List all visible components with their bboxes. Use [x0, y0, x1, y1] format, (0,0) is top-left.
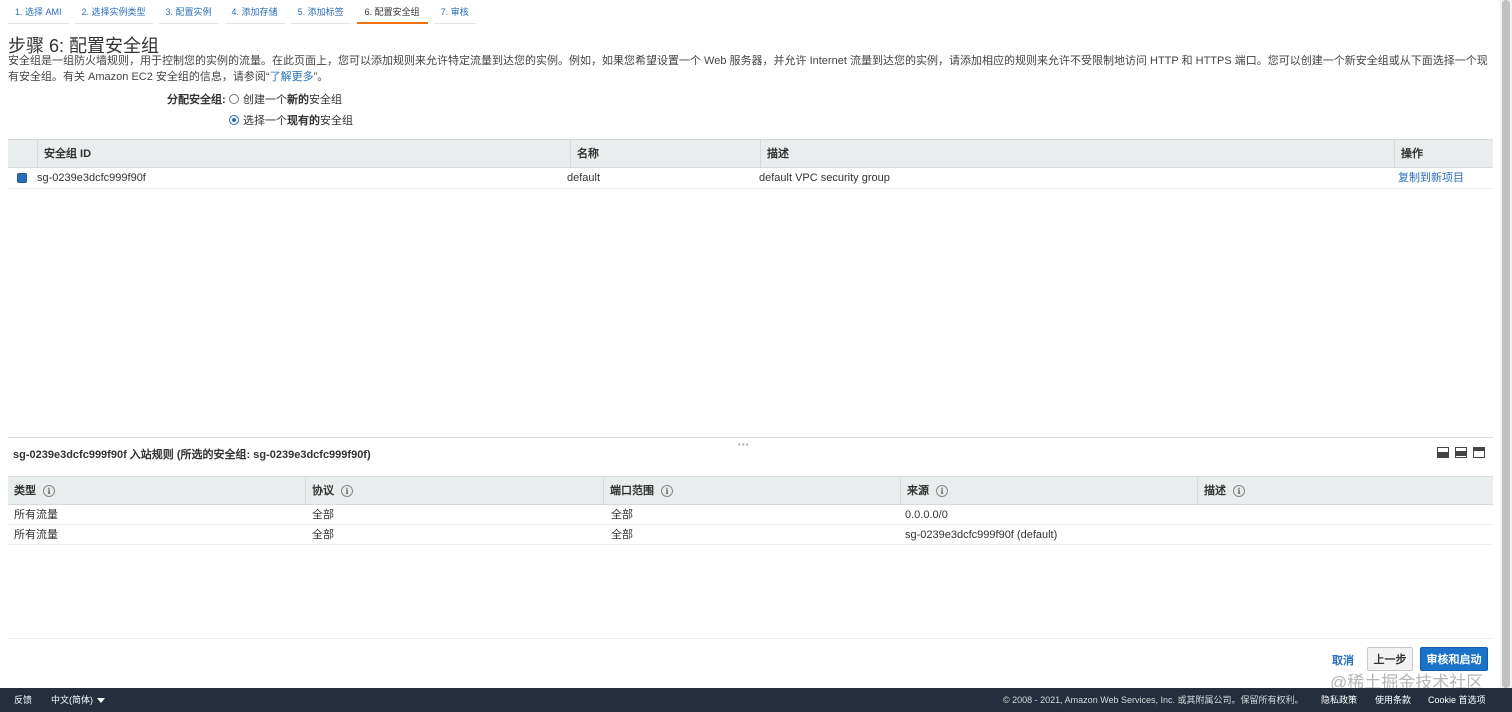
rule-description: [1197, 505, 1203, 525]
wizard-step-5[interactable]: 5. 添加标签: [290, 0, 351, 24]
rules-header-type-label: 类型: [14, 485, 36, 497]
privacy-link[interactable]: 隐私政策: [1321, 688, 1357, 712]
rules-header-description-label: 描述: [1204, 485, 1226, 497]
rules-header-type: 类型 i: [8, 477, 305, 505]
radio-create-new-button[interactable]: [229, 94, 239, 104]
cancel-button[interactable]: 取消: [1332, 652, 1354, 668]
cell-description: default VPC security group: [759, 172, 890, 184]
info-icon[interactable]: i: [661, 485, 673, 497]
caret-down-icon: [97, 698, 105, 704]
actions-divider: [8, 638, 1493, 639]
wizard-step-1[interactable]: 1. 选择 AMI: [8, 0, 69, 24]
inbound-rules-table: 类型 i 协议 i 端口范围 i 来源 i 描述 i 所有流量 全部 全部 0.0.0.0…: [8, 476, 1493, 545]
copy-to-new-link[interactable]: 复制到新项目: [1398, 168, 1464, 188]
rules-header-description: 描述 i: [1197, 477, 1493, 505]
radio-create-new[interactable]: 创建一个 新的 安全组: [229, 91, 342, 107]
wizard-step-6[interactable]: 6. 配置安全组: [356, 0, 428, 24]
info-icon[interactable]: i: [43, 485, 55, 497]
language-label: 中文(简体): [51, 695, 93, 705]
page-description: 安全组是一组防火墙规则，用于控制您的实例的流量。在此页面上，您可以添加规则来允许…: [8, 53, 1488, 85]
rules-header-protocol: 协议 i: [305, 477, 603, 505]
wizard-steps: 1. 选择 AMI 2. 选择实例类型 3. 配置实例 4. 添加存储 5. 添…: [8, 0, 482, 24]
rule-description: [1197, 525, 1203, 545]
wizard-step-4[interactable]: 4. 添加存储: [224, 0, 285, 24]
pane-size-controls: [1437, 447, 1491, 458]
pane-maximize-icon[interactable]: [1473, 447, 1485, 458]
column-header-name[interactable]: 名称: [570, 140, 760, 168]
page-scrollbar[interactable]: [1500, 0, 1512, 688]
pane-splitter[interactable]: [8, 437, 1493, 438]
rule-source: 0.0.0.0/0: [905, 509, 948, 521]
radio-create-new-bold: 新的: [287, 94, 309, 106]
cell-sg-id: sg-0239e3dcfc999f90f: [37, 172, 146, 184]
security-group-table: 安全组 ID 名称 描述 操作 sg-0239e3dcfc999f90f def…: [8, 139, 1493, 189]
column-header-description[interactable]: 描述: [760, 140, 1394, 168]
rule-port-range: 全部: [611, 509, 633, 521]
cell-name: default: [567, 172, 601, 184]
column-header-sg-id[interactable]: 安全组 ID: [37, 140, 570, 168]
rule-type: 所有流量: [14, 509, 58, 521]
copyright-text: © 2008 - 2021, Amazon Web Services, Inc.…: [1003, 695, 1304, 705]
wizard-step-3[interactable]: 3. 配置实例: [158, 0, 219, 24]
info-icon[interactable]: i: [936, 485, 948, 497]
radio-select-existing-suffix: 安全组: [320, 115, 353, 127]
inbound-rules-title: sg-0239e3dcfc999f90f 入站规则 (所选的安全组: sg-02…: [13, 449, 371, 461]
rule-source: sg-0239e3dcfc999f90f (default): [905, 529, 1058, 541]
column-header-actions: 操作: [1394, 140, 1493, 168]
radio-create-new-suffix: 安全组: [309, 94, 342, 106]
scrollbar-thumb[interactable]: [1502, 0, 1510, 688]
terms-link[interactable]: 使用条款: [1375, 688, 1411, 712]
pane-minimize-icon[interactable]: [1437, 447, 1449, 458]
wizard-step-7[interactable]: 7. 审核: [433, 0, 476, 24]
rules-header-protocol-label: 协议: [312, 485, 334, 497]
row-checkbox[interactable]: [17, 173, 27, 183]
rule-protocol: 全部: [312, 509, 334, 521]
rule-protocol: 全部: [312, 529, 334, 541]
radio-select-existing-button[interactable]: [229, 115, 239, 125]
table-row: 所有流量 全部 全部 0.0.0.0/0: [8, 505, 1493, 525]
assign-security-group-label: 分配安全组:: [167, 94, 226, 106]
security-group-table-header: 安全组 ID 名称 描述 操作: [8, 139, 1493, 168]
rule-type: 所有流量: [14, 529, 58, 541]
console-footer: 反馈 中文(简体) © 2008 - 2021, Amazon Web Serv…: [0, 688, 1512, 712]
learn-more-link[interactable]: 了解更多: [270, 71, 314, 83]
radio-select-existing-prefix: 选择一个: [243, 115, 287, 127]
radio-create-new-prefix: 创建一个: [243, 94, 287, 106]
info-icon[interactable]: i: [1233, 485, 1245, 497]
radio-select-existing-bold: 现有的: [287, 115, 320, 127]
feedback-link[interactable]: 反馈: [14, 688, 32, 712]
cookie-preferences-link[interactable]: Cookie 首选项: [1428, 688, 1486, 712]
rule-port-range: 全部: [611, 529, 633, 541]
rules-header-port-range-label: 端口范围: [610, 485, 654, 497]
inbound-rules-table-header: 类型 i 协议 i 端口范围 i 来源 i 描述 i: [8, 476, 1493, 505]
table-row[interactable]: sg-0239e3dcfc999f90f default default VPC…: [8, 168, 1493, 189]
rules-header-port-range: 端口范围 i: [603, 477, 900, 505]
rules-header-source-label: 来源: [907, 485, 929, 497]
splitter-grip-icon[interactable]: ▪▪▪: [738, 440, 750, 449]
rules-header-source: 来源 i: [900, 477, 1197, 505]
wizard-step-2[interactable]: 2. 选择实例类型: [74, 0, 153, 24]
description-text: 安全组是一组防火墙规则，用于控制您的实例的流量。在此页面上，您可以添加规则来允许…: [8, 55, 1488, 83]
info-icon[interactable]: i: [341, 485, 353, 497]
table-row: 所有流量 全部 全部 sg-0239e3dcfc999f90f (default…: [8, 525, 1493, 545]
radio-select-existing[interactable]: 选择一个 现有的 安全组: [229, 112, 353, 128]
pane-half-icon[interactable]: [1455, 447, 1467, 458]
description-end: ”。: [313, 71, 329, 83]
language-selector[interactable]: 中文(简体): [51, 688, 105, 712]
